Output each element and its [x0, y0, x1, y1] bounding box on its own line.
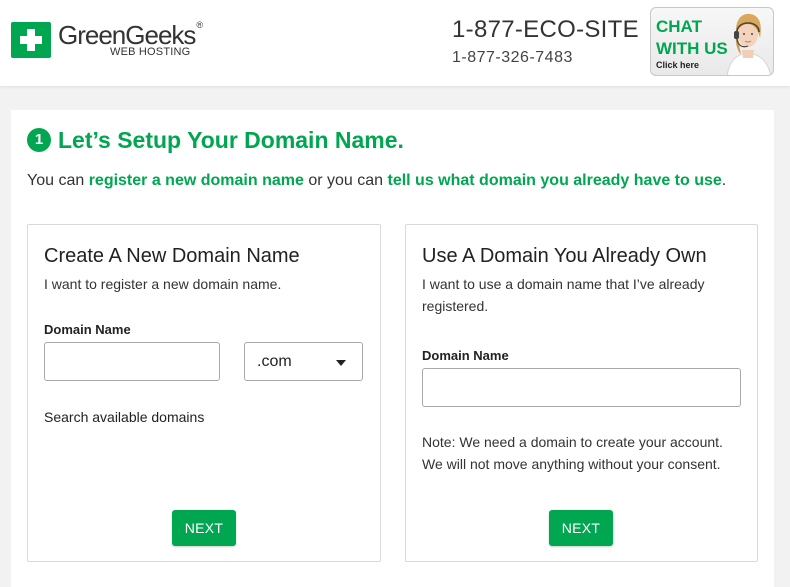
domain-setup-card: 1 Let’s Setup Your Domain Name. You can … — [11, 110, 774, 587]
site-header: GreenGeeks® WEB HOSTING 1-877-ECO-SITE 1… — [0, 0, 790, 86]
own-domain-next-button[interactable]: NEXT — [549, 510, 613, 546]
phone-vanity: 1-877-ECO-SITE — [452, 16, 639, 43]
search-available-domains: Search available domains — [44, 409, 205, 425]
intro-text: You can register a new domain name or yo… — [27, 172, 727, 189]
new-domain-input[interactable] — [44, 342, 220, 381]
new-domain-title: Create A New Domain Name — [44, 245, 300, 267]
logo-tagline: WEB HOSTING — [110, 46, 191, 58]
new-domain-field-label: Domain Name — [44, 322, 131, 337]
register-domain-link[interactable]: register a new domain name — [89, 172, 304, 189]
support-agent-icon — [726, 13, 772, 75]
new-domain-description: I want to register a new domain name. — [44, 276, 282, 292]
own-domain-field-label: Domain Name — [422, 348, 509, 363]
new-domain-panel: Create A New Domain Name I want to regis… — [27, 224, 381, 562]
own-domain-input[interactable] — [422, 368, 741, 407]
own-domain-panel: Use A Domain You Already Own I want to u… — [405, 224, 758, 562]
phone-number: 1-877-326-7483 — [452, 49, 573, 66]
greengeeks-plus-icon[interactable] — [11, 22, 51, 58]
tld-dropdown[interactable]: .com — [244, 342, 363, 381]
chat-click-here: Click here — [656, 60, 700, 70]
new-domain-next-button[interactable]: NEXT — [172, 510, 236, 546]
tld-selected-value: .com — [257, 353, 292, 370]
page-title: Let’s Setup Your Domain Name. — [58, 127, 404, 153]
chat-label-line2: WITH US — [656, 39, 728, 58]
own-domain-title: Use A Domain You Already Own — [422, 245, 707, 267]
chat-label-line1: CHAT — [656, 17, 702, 36]
chat-with-us-button[interactable]: CHAT WITH US Click here — [650, 7, 774, 76]
consent-note: Note: We need a domain to create your ac… — [422, 431, 752, 475]
note-line-1: Note: We need a domain to create your ac… — [422, 434, 723, 450]
caret-down-icon — [336, 360, 346, 366]
step-number-badge: 1 — [27, 128, 51, 152]
existing-domain-link[interactable]: tell us what domain you already have to … — [387, 172, 721, 189]
own-domain-description: I want to use a domain name that I’ve al… — [422, 276, 705, 314]
note-line-2: We will not move anything without your c… — [422, 456, 721, 472]
